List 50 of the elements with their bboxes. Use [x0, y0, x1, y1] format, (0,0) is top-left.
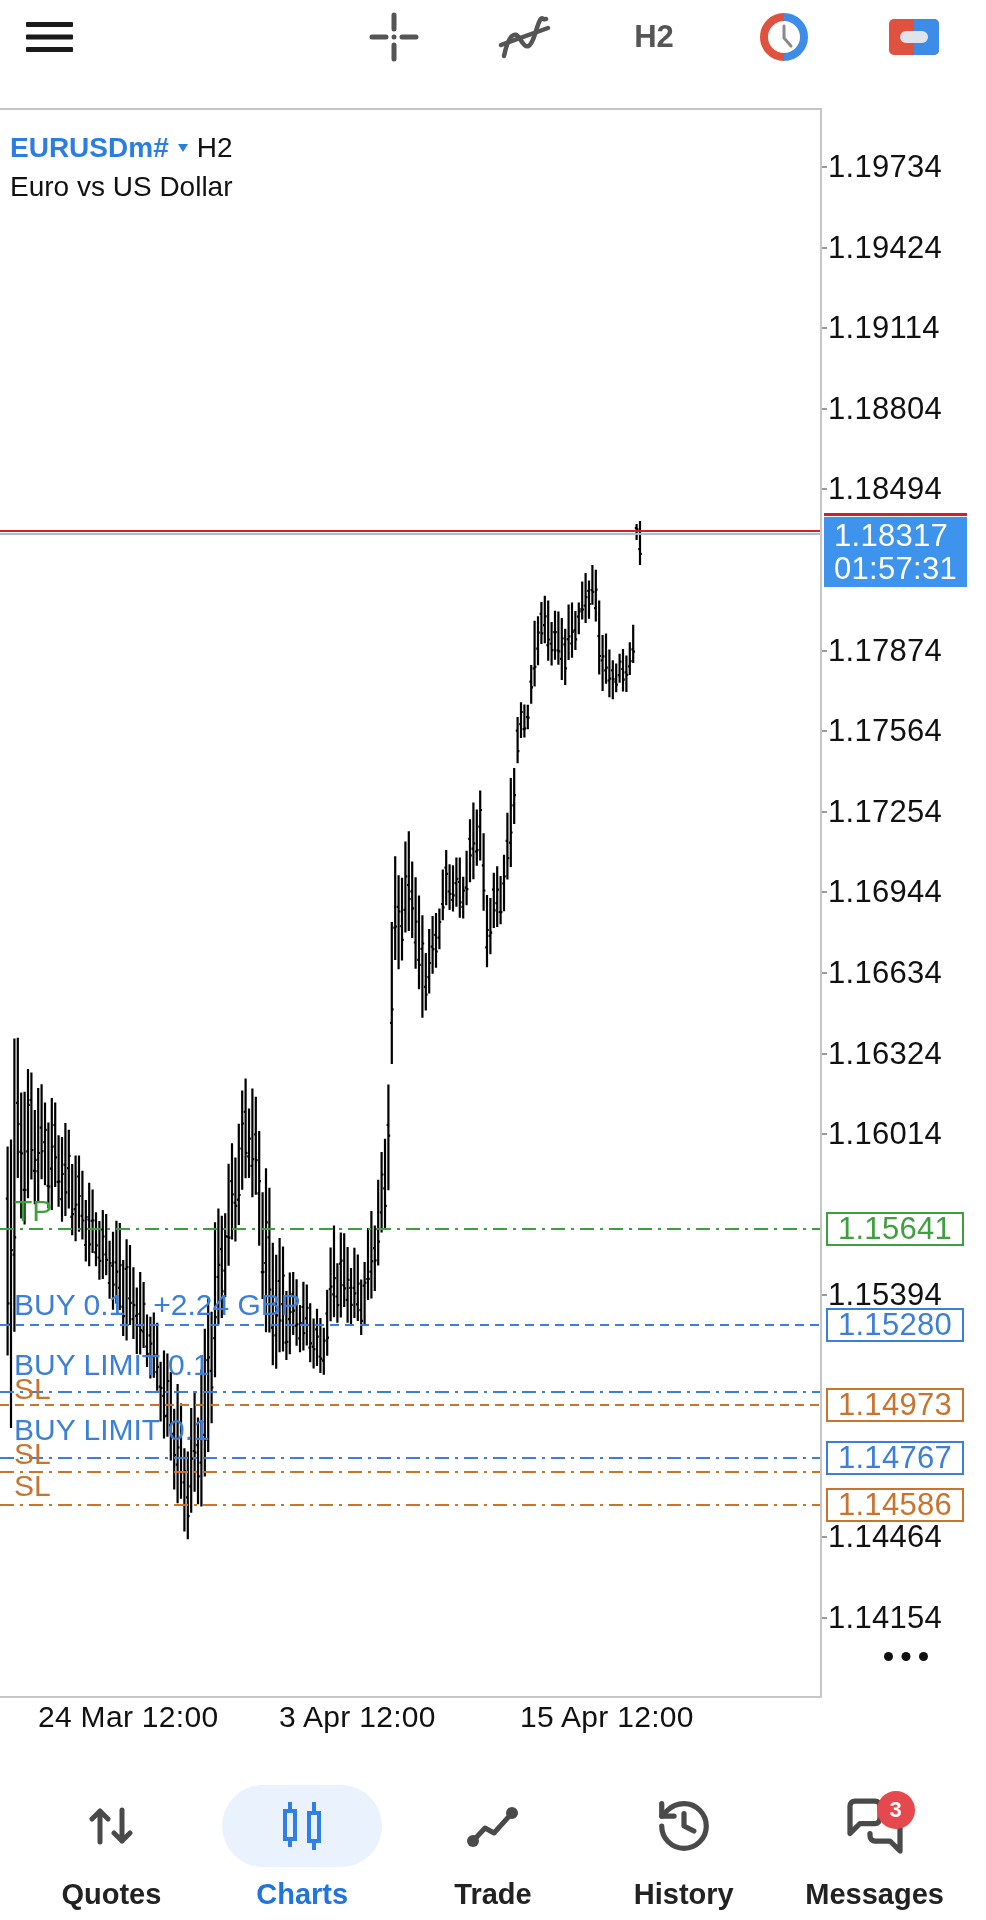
price-axis-label: 1.17254: [828, 798, 943, 825]
symbol-selector[interactable]: EURUSDm#: [10, 130, 188, 166]
price-axis-label: 1.16634: [828, 960, 943, 986]
nav-tab[interactable]: 3 Messages: [779, 1785, 970, 1911]
menu-icon: [26, 22, 73, 52]
symbol-description: Euro vs US Dollar: [10, 170, 234, 204]
price-axis-label: 1.19734: [828, 154, 943, 180]
price-axis-label: 1.18804: [828, 395, 943, 422]
price-axis-label: 1.15394: [828, 1282, 943, 1309]
order-label: SL: [14, 1377, 51, 1401]
time-axis-label: 3 Apr 12:00: [279, 1700, 436, 1734]
bar-countdown: 01:57:31: [834, 552, 958, 585]
price-axis-label: 1.19114: [828, 315, 940, 342]
toggle-icon: [889, 19, 939, 55]
unread-badge: 3: [876, 1791, 915, 1829]
candlesticks-icon: [282, 1801, 323, 1851]
up-down-arrows-icon: [89, 1807, 134, 1845]
wave-line-icon: [497, 14, 551, 60]
nav-tab[interactable]: Quotes: [16, 1785, 207, 1911]
history-icon: [657, 1800, 710, 1852]
order-price-tag: 1.14973: [826, 1388, 964, 1422]
trend-line-icon: [467, 1805, 519, 1847]
order-price-tag: 1.15641: [826, 1212, 964, 1246]
order-price-tag: 1.14586: [826, 1488, 964, 1522]
time-axis-label: 15 Apr 12:00: [520, 1700, 694, 1734]
time-axis-label: 24 Mar 12:00: [38, 1700, 219, 1734]
caret-icon: [177, 144, 188, 152]
price-axis-label: 1.18494: [828, 476, 943, 503]
price-axis-label: 1.16324: [828, 1040, 943, 1067]
order-label: BUY LIMIT 0.1: [14, 1418, 210, 1442]
order-label: SL: [14, 1442, 51, 1466]
order-label: SL: [14, 1474, 51, 1498]
timeframe-button[interactable]: H2: [624, 7, 684, 67]
nav-tab[interactable]: Trade: [397, 1785, 589, 1911]
clock-icon: [759, 13, 809, 61]
price-axis-label: 1.17874: [828, 637, 943, 664]
price-axis-label: 1.17564: [828, 718, 943, 745]
price-axis-label: 1.19424: [828, 234, 943, 261]
timeframe-label: H2: [196, 131, 233, 165]
more-icon: [884, 1651, 928, 1661]
price-axis-label: 1.14464: [828, 1524, 943, 1551]
order-price-tag: 1.14767: [826, 1441, 964, 1475]
crosshair-icon: [369, 12, 419, 62]
nav-tab[interactable]: History: [588, 1785, 780, 1911]
current-price: 1.18317: [834, 519, 949, 552]
price-axis-label: 1.14154: [828, 1604, 943, 1631]
menu-button[interactable]: [26, 22, 73, 52]
price-axis-label: 1.16944: [828, 879, 943, 906]
order-price-tag: 1.15280: [826, 1308, 964, 1342]
price-axis-label: 1.16014: [828, 1121, 943, 1148]
